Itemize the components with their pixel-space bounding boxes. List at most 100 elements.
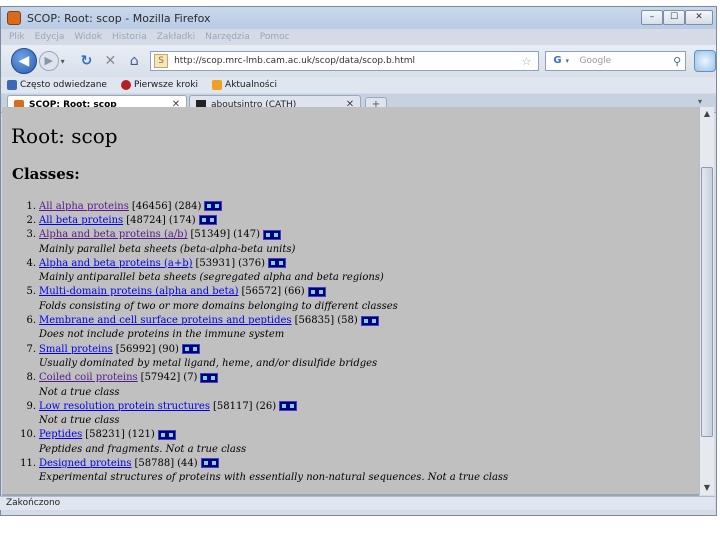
rss-feed-icon — [212, 80, 223, 90]
class-number: 8. — [26, 372, 36, 384]
class-sunid: [57942] — [140, 372, 181, 384]
scroll-down-icon[interactable]: ▼ — [700, 481, 714, 495]
class-sunid: [58788] — [134, 457, 175, 469]
bookmark-getting-started[interactable]: Pierwsze kroki — [120, 80, 199, 90]
list-all-tabs-icon[interactable]: ▾ — [698, 97, 702, 106]
class-link[interactable]: Small proteins — [39, 344, 113, 355]
home-icon[interactable]: ⌂ — [126, 53, 142, 69]
class-link[interactable]: All alpha proteins — [39, 201, 129, 212]
stop-icon[interactable]: ✕ — [102, 53, 118, 69]
class-description-row: Usually dominated by metal ligand, heme,… — [12, 356, 692, 370]
url-text[interactable]: http://scop.mrc-lmb.cam.ac.uk/scop/data/… — [174, 56, 521, 66]
class-number: 2. — [26, 214, 36, 226]
class-number: 11. — [20, 457, 36, 469]
close-window-button[interactable]: ✕ — [685, 10, 713, 25]
bookmark-star-icon[interactable]: ☆ — [521, 55, 535, 68]
search-engine-dropdown-icon[interactable]: ▾ — [565, 57, 573, 65]
vertical-scrollbar[interactable]: ▲ ▼ — [699, 107, 714, 495]
class-count: (66) — [284, 286, 305, 298]
maximize-button[interactable]: ☐ — [663, 10, 685, 25]
search-magnifier-icon[interactable]: ⚲ — [669, 55, 685, 68]
menu-bookmarks[interactable]: Zakładki — [157, 32, 195, 42]
class-link[interactable]: Alpha and beta proteins (a+b) — [39, 258, 193, 269]
class-description: Mainly antiparallel beta sheets (segrega… — [39, 272, 384, 284]
menu-tools[interactable]: Narzędzia — [205, 32, 250, 42]
class-count: (7) — [183, 372, 198, 384]
rasmol-view-icon[interactable] — [181, 344, 200, 355]
class-number: 6. — [26, 315, 36, 327]
class-link[interactable]: Coiled coil proteins — [39, 372, 138, 383]
class-link[interactable]: Membrane and cell surface proteins and p… — [39, 315, 292, 326]
page-title: Root: scop — [11, 124, 118, 148]
navigation-toolbar: ◀ ▶ ▾ ↻ ✕ ⌂ S http://scop.mrc-lmb.cam.ac… — [1, 45, 716, 77]
menu-history[interactable]: Historia — [112, 32, 147, 42]
list-item: 6. Membrane and cell surface proteins and… — [12, 313, 692, 327]
class-description-row: Not a true class — [12, 413, 692, 427]
list-item: 2. All beta proteins [48724] (174) — [12, 213, 692, 227]
search-placeholder[interactable]: Google — [579, 56, 669, 66]
rasmol-view-icon[interactable] — [307, 286, 326, 297]
class-description: Experimental structures of proteins with… — [39, 472, 509, 484]
google-icon[interactable]: G — [549, 54, 565, 68]
page-content: Root: scop Classes: 1. All alpha proteins… — [2, 107, 699, 495]
list-item: 3. Alpha and beta proteins (a/b) [51349] (1… — [12, 228, 692, 242]
list-item: 7. Small proteins [56992] (90) — [12, 342, 692, 356]
class-sunid: [46456] — [131, 200, 172, 212]
list-item: 4. Alpha and beta proteins (a+b) [53931] (3… — [12, 256, 692, 270]
rasmol-view-icon[interactable] — [198, 215, 217, 226]
class-description-row: Peptides and fragments. Not a true class — [12, 442, 692, 456]
menu-file[interactable]: Plik — [9, 32, 25, 42]
class-count: (174) — [168, 214, 196, 226]
most-visited-icon — [7, 80, 17, 90]
search-box[interactable]: G ▾ Google ⚲ — [545, 51, 687, 71]
history-dropdown-icon[interactable]: ▾ — [61, 57, 71, 66]
class-description: Usually dominated by metal ligand, heme,… — [39, 357, 378, 369]
menu-help[interactable]: Pomoc — [260, 32, 290, 42]
bookmark-label: Często odwiedzane — [20, 80, 107, 90]
rasmol-view-icon[interactable] — [157, 429, 176, 440]
class-link[interactable]: Multi-domain proteins (alpha and beta) — [39, 286, 238, 297]
class-count: (44) — [177, 457, 198, 469]
back-button[interactable]: ◀ — [11, 48, 37, 74]
class-link[interactable]: All beta proteins — [39, 215, 123, 226]
addon-icon[interactable] — [694, 50, 716, 72]
scroll-up-icon[interactable]: ▲ — [700, 107, 714, 121]
class-sunid: [51349] — [190, 229, 231, 241]
class-link[interactable]: Peptides — [39, 429, 82, 440]
firefox-icon — [7, 11, 21, 25]
url-bar[interactable]: S http://scop.mrc-lmb.cam.ac.uk/scop/dat… — [150, 51, 540, 71]
list-item: 1. All alpha proteins [46456] (284) — [12, 199, 692, 213]
rasmol-view-icon[interactable] — [263, 229, 282, 240]
class-link[interactable]: Alpha and beta proteins (a/b) — [39, 229, 188, 240]
rasmol-view-icon[interactable] — [279, 401, 298, 412]
class-link[interactable]: Designed proteins — [39, 458, 132, 469]
menu-edit[interactable]: Edycja — [35, 32, 65, 42]
class-count: (90) — [158, 343, 179, 355]
class-description: Peptides and fragments. Not a true class — [39, 443, 247, 455]
title-bar: SCOP: Root: scop - Mozilla Firefox – ☐ ✕ — [1, 7, 716, 29]
minimize-button[interactable]: – — [641, 10, 663, 25]
bookmark-label: Pierwsze kroki — [133, 80, 199, 90]
rasmol-view-icon[interactable] — [360, 315, 379, 326]
list-item: 9. Low resolution protein structures [5811… — [12, 399, 692, 413]
class-count: (147) — [233, 229, 261, 241]
rasmol-view-icon[interactable] — [200, 458, 219, 469]
reload-icon[interactable]: ↻ — [79, 53, 95, 69]
scrollbar-thumb[interactable] — [701, 167, 713, 437]
bookmark-label: Aktualności — [225, 80, 277, 90]
bookmark-news[interactable]: Aktualności — [212, 80, 277, 90]
bookmark-most-visited[interactable]: Często odwiedzane — [7, 80, 107, 90]
class-number: 5. — [26, 286, 36, 298]
rasmol-view-icon[interactable] — [268, 258, 287, 269]
class-count: (376) — [238, 257, 266, 269]
menu-bar: Plik Edycja Widok Historia Zakładki Narz… — [1, 29, 716, 45]
class-number: 3. — [26, 229, 36, 241]
menu-view[interactable]: Widok — [74, 32, 102, 42]
forward-button[interactable]: ▶ — [38, 51, 59, 71]
class-number: 4. — [26, 257, 36, 269]
class-number: 10. — [20, 429, 36, 441]
rasmol-view-icon[interactable] — [204, 201, 223, 212]
rasmol-view-icon[interactable] — [200, 372, 219, 383]
class-link[interactable]: Low resolution protein structures — [39, 401, 210, 412]
class-description-row: Does not include proteins in the immune … — [12, 328, 692, 342]
